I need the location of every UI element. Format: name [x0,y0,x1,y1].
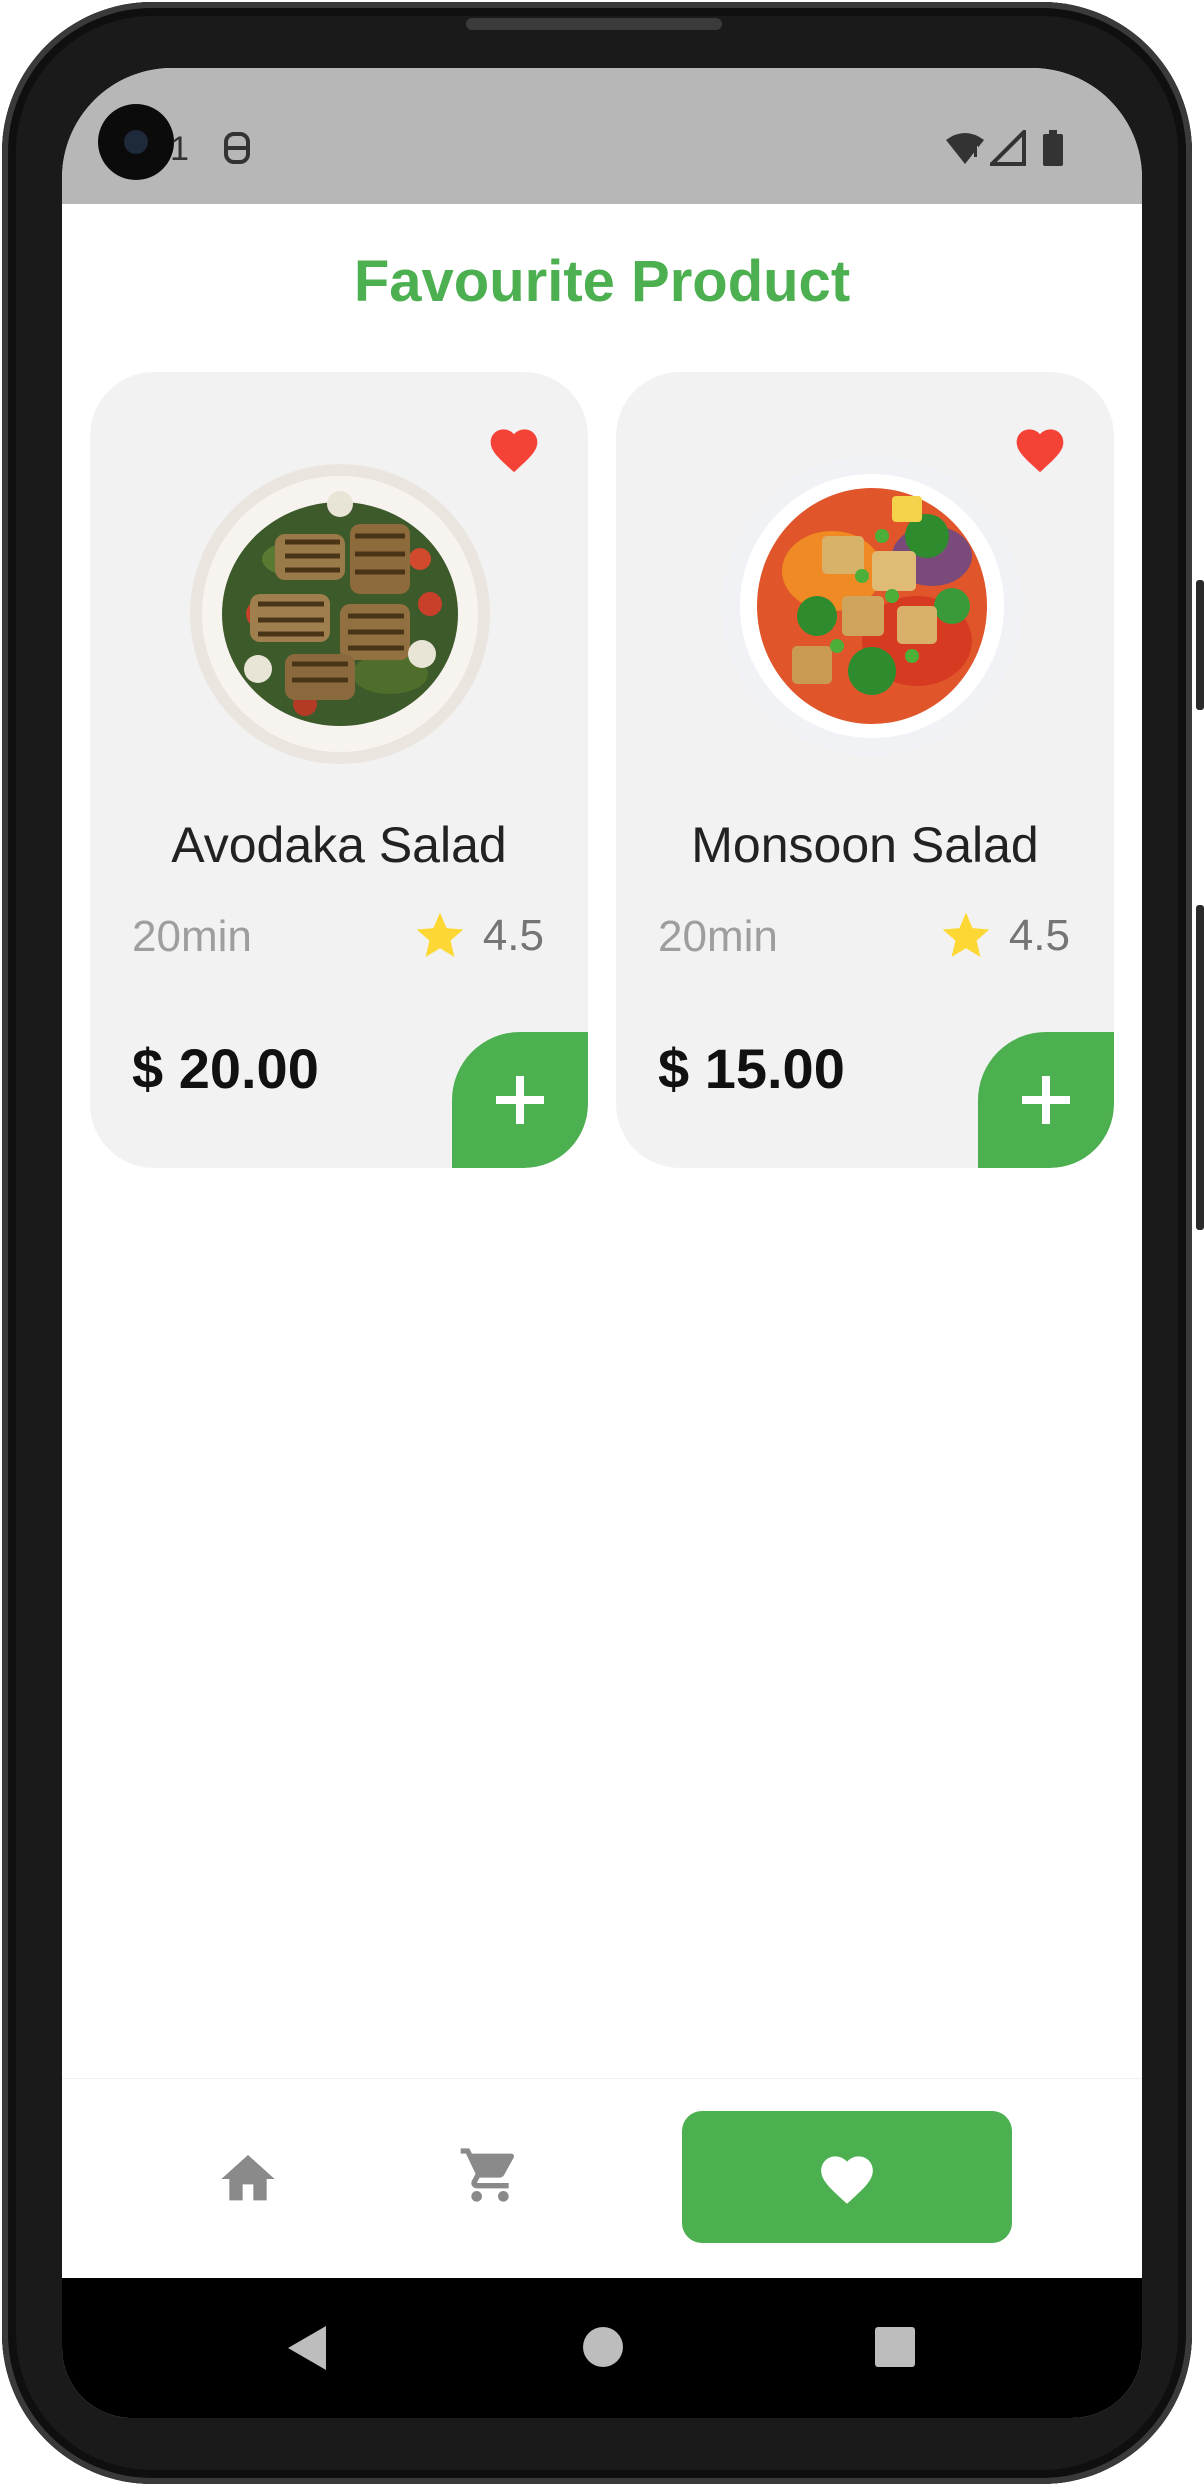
status-bar: 1 [62,68,1142,204]
phone-frame: 1 Favourite Product Avodaka Salad 20min … [0,0,1204,2491]
add-to-cart-button[interactable] [452,1032,588,1168]
earpiece-speaker [466,18,722,30]
favourites-nav-button[interactable] [682,2111,1012,2243]
product-card[interactable]: Monsoon Salad 20min 4.5 $ 15.00 [616,372,1114,1168]
product-time: 20min [658,912,778,961]
front-camera [98,104,174,180]
power-button [1196,905,1204,1230]
system-navigation-bar [62,2278,1142,2418]
heart-icon [821,2156,873,2204]
favourite-heart-icon[interactable] [486,422,542,474]
add-to-cart-button[interactable] [978,1032,1114,1168]
battery-icon [1042,130,1064,172]
star-icon [942,912,990,957]
notification-icon [222,130,252,172]
plus-icon [1022,1076,1070,1124]
product-card[interactable]: Avodaka Salad 20min 4.5 $ 20.00 [90,372,588,1168]
wifi-icon [944,130,986,172]
home-circle-icon[interactable] [582,2326,624,2373]
volume-button [1196,580,1204,710]
plus-icon [496,1076,544,1124]
product-rating: 4.5 [411,908,544,964]
bottom-navigation [62,2078,1142,2289]
product-price: $ 15.00 [658,1037,845,1100]
favourite-heart-icon[interactable] [1012,422,1068,474]
product-time: 20min [132,912,252,961]
tofu-vegetable-salad-image [722,456,1022,756]
app-screen: 1 Favourite Product Avodaka Salad 20min … [62,68,1142,2418]
product-rating: 4.5 [937,908,1070,964]
signal-icon [987,127,1026,172]
product-name: Avodaka Salad [171,817,507,873]
recents-icon[interactable] [874,2326,916,2373]
back-icon[interactable] [284,2324,328,2377]
home-icon[interactable] [216,2147,280,2208]
product-price: $ 20.00 [132,1037,319,1100]
rating-value: 4.5 [1008,911,1070,960]
status-time: 1 [170,130,189,168]
star-icon [416,912,464,957]
product-name: Monsoon Salad [691,817,1039,873]
page-title: Favourite Product [353,249,851,314]
rating-value: 4.5 [482,911,544,960]
cart-icon[interactable] [458,2143,522,2212]
grilled-halloumi-salad-image [190,464,490,764]
